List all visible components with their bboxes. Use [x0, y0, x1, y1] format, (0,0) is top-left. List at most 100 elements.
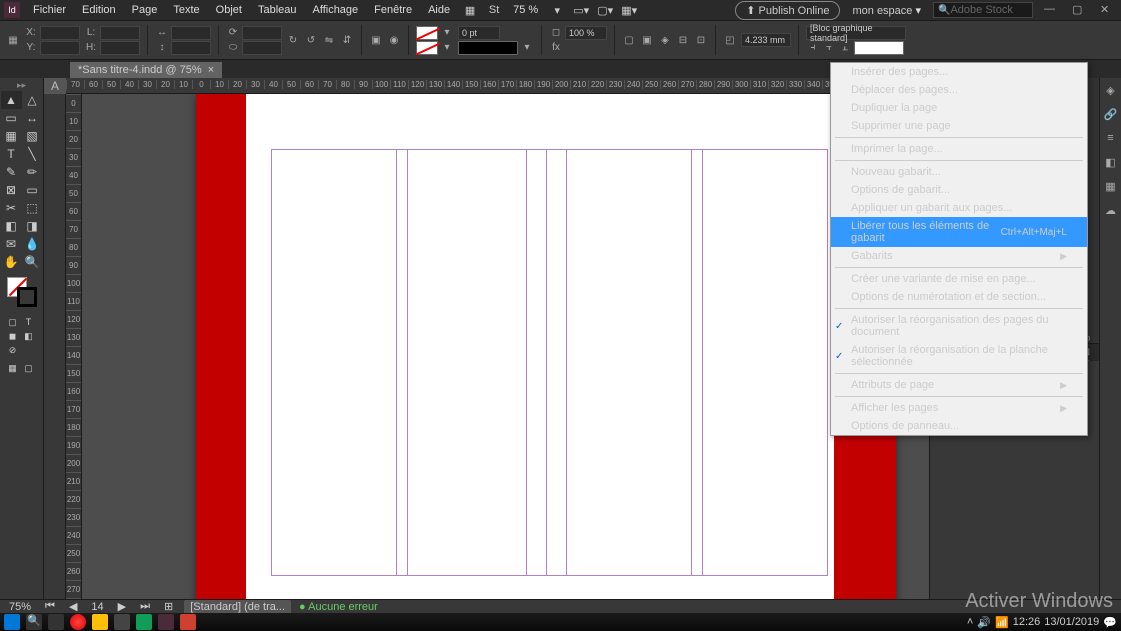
apply-container-icon[interactable]: ▢ — [5, 315, 21, 329]
content-placer-tool[interactable]: ▧ — [22, 127, 43, 145]
stroke-color-swatch[interactable] — [17, 287, 37, 307]
note-tool[interactable]: ✉ — [1, 235, 22, 253]
x-input[interactable] — [40, 26, 80, 40]
cc-libraries-panel-icon[interactable]: ☁ — [1103, 202, 1119, 218]
context-menu-item[interactable]: ✓Autoriser la réorganisation des pages d… — [831, 311, 1087, 341]
object-style-dropdown[interactable]: [Bloc graphique standard] — [806, 26, 906, 40]
preflight-status[interactable]: ● Aucune erreur — [299, 601, 378, 613]
indesign-taskbar-icon[interactable] — [158, 614, 174, 630]
menu-objet[interactable]: Objet — [209, 2, 249, 18]
publish-online-button[interactable]: ⬆ Publish Online — [735, 1, 840, 20]
context-menu-item[interactable]: ✓Autoriser la réorganisation de la planc… — [831, 341, 1087, 371]
context-menu-item[interactable]: Libérer tous les éléments de gabaritCtrl… — [831, 217, 1087, 247]
preflight-preset[interactable]: [Standard] (de tra... — [184, 600, 291, 614]
normal-view-icon[interactable]: ▦ — [5, 361, 21, 375]
text-wrap-jump-next-icon[interactable]: ⊡ — [694, 33, 708, 47]
scale-y-input[interactable] — [171, 41, 211, 55]
zoom-status[interactable]: 75% — [6, 601, 34, 613]
color-panel-icon[interactable]: ◧ — [1103, 154, 1119, 170]
apply-none-icon[interactable]: ⊘ — [5, 343, 21, 357]
context-menu-item[interactable]: Gabarits▶ — [831, 247, 1087, 265]
context-menu-item[interactable]: Insérer des pages... — [831, 63, 1087, 81]
gradient-feather-tool[interactable]: ◨ — [22, 217, 43, 235]
direct-selection-tool[interactable]: △ — [22, 91, 43, 109]
flip-v-icon[interactable]: ⇵ — [340, 33, 354, 47]
vertical-ruler[interactable]: 0102030405060708090100110120130140150160… — [66, 94, 82, 613]
menu-edition[interactable]: Edition — [75, 2, 123, 18]
fill-stroke-proxy[interactable] — [7, 277, 37, 307]
bridge-icon[interactable]: ▦ — [462, 2, 478, 18]
selection-tool[interactable]: ▲ — [1, 91, 22, 109]
first-page-icon[interactable]: ⏮ — [42, 600, 58, 613]
toolbox-collapse-icon[interactable]: ▸▸ — [0, 80, 43, 91]
search-taskbar-icon[interactable]: 🔍 — [26, 614, 42, 630]
zoom-level[interactable]: 75 % — [507, 2, 544, 18]
context-menu-item[interactable]: Créer une variante de mise en page... — [831, 270, 1087, 288]
chrome-icon[interactable] — [70, 614, 86, 630]
y-input[interactable] — [40, 41, 80, 55]
menu-texte[interactable]: Texte — [166, 2, 206, 18]
horizontal-ruler[interactable]: 7060504030201001020304050607080901001101… — [66, 78, 929, 94]
minimize-icon[interactable]: — — [1044, 3, 1058, 17]
menu-tableau[interactable]: Tableau — [251, 2, 304, 18]
align-left-icon[interactable]: ⫞ — [806, 41, 820, 55]
content-collector-tool[interactable]: ▦ — [1, 127, 22, 145]
explorer-icon[interactable] — [92, 614, 108, 630]
gradient-swatch-tool[interactable]: ◧ — [1, 217, 22, 235]
type-vertical-icon[interactable]: A — [44, 78, 66, 94]
zoom-tool[interactable]: 🔍 — [22, 253, 43, 271]
corner-gap-input[interactable]: 4.233 mm — [741, 33, 791, 47]
tab-close-icon[interactable]: × — [208, 64, 214, 76]
menu-fenetre[interactable]: Fenêtre — [367, 2, 419, 18]
tray-chevron-icon[interactable]: ˄ — [967, 616, 973, 628]
text-wrap-bbox-icon[interactable]: ▣ — [640, 33, 654, 47]
tray-wifi-icon[interactable]: 📶 — [995, 616, 1009, 629]
scale-x-input[interactable] — [171, 26, 211, 40]
view-options-icon[interactable]: ▭▾ — [573, 2, 589, 18]
text-wrap-none-icon[interactable]: ▢ — [622, 33, 636, 47]
apply-text-icon[interactable]: T — [21, 315, 37, 329]
pen-tool[interactable]: ✎ — [1, 163, 22, 181]
stroke-style-dropdown[interactable] — [458, 41, 518, 55]
context-menu-item[interactable]: Appliquer un gabarit aux pages... — [831, 199, 1087, 217]
align-right-icon[interactable]: ⫠ — [838, 41, 852, 55]
arrange-icon[interactable]: ▦▾ — [621, 2, 637, 18]
page-nav-input[interactable]: 14 — [88, 601, 106, 613]
zoom-dropdown-icon[interactable]: ▾ — [549, 2, 565, 18]
stroke-weight-input[interactable]: 0 pt — [458, 26, 500, 40]
free-transform-tool[interactable]: ⬚ — [22, 199, 43, 217]
workspace-selector[interactable]: mon espace ▾ — [848, 2, 925, 19]
close-icon[interactable]: ✕ — [1100, 3, 1114, 17]
clock-time[interactable]: 12:26 — [1013, 616, 1041, 628]
context-menu-item[interactable]: Afficher les pages▶ — [831, 399, 1087, 417]
select-container-icon[interactable]: ▣ — [369, 33, 383, 47]
page-tool[interactable]: ▭ — [1, 109, 22, 127]
type-tool[interactable]: T — [1, 145, 22, 163]
stroke-panel-icon[interactable]: ≡ — [1103, 130, 1119, 146]
scissors-tool[interactable]: ✂ — [1, 199, 22, 217]
notifications-icon[interactable]: 💬 — [1103, 616, 1117, 629]
effects-icon[interactable]: fx — [549, 41, 563, 55]
prev-page-icon[interactable]: ◀ — [66, 600, 80, 613]
fill-swatch[interactable] — [416, 26, 438, 40]
rectangle-tool[interactable]: ▭ — [22, 181, 43, 199]
text-wrap-shape-icon[interactable]: ◈ — [658, 33, 672, 47]
open-nav-icon[interactable]: ⊞ — [161, 600, 176, 613]
last-page-icon[interactable]: ⏭ — [137, 600, 153, 613]
clock-date[interactable]: 13/01/2019 — [1044, 616, 1099, 628]
app-icon-2[interactable] — [136, 614, 152, 630]
context-menu-item[interactable]: Imprimer la page... — [831, 140, 1087, 158]
context-menu-item[interactable]: Supprimer une page — [831, 117, 1087, 135]
rotate-input[interactable] — [242, 26, 282, 40]
maximize-icon[interactable]: ▢ — [1072, 3, 1086, 17]
text-wrap-jump-icon[interactable]: ⊟ — [676, 33, 690, 47]
opacity-input[interactable]: 100 % — [565, 26, 607, 40]
rotate-ccw-icon[interactable]: ↺ — [304, 33, 318, 47]
rotate-cw-icon[interactable]: ↻ — [286, 33, 300, 47]
context-menu-item[interactable]: Options de numérotation et de section... — [831, 288, 1087, 306]
line-tool[interactable]: ╲ — [22, 145, 43, 163]
shear-input[interactable] — [242, 41, 282, 55]
tray-network-icon[interactable]: 🔊 — [977, 616, 991, 629]
context-menu-item[interactable]: Options de panneau... — [831, 417, 1087, 435]
align-center-h-icon[interactable]: ⫟ — [822, 41, 836, 55]
